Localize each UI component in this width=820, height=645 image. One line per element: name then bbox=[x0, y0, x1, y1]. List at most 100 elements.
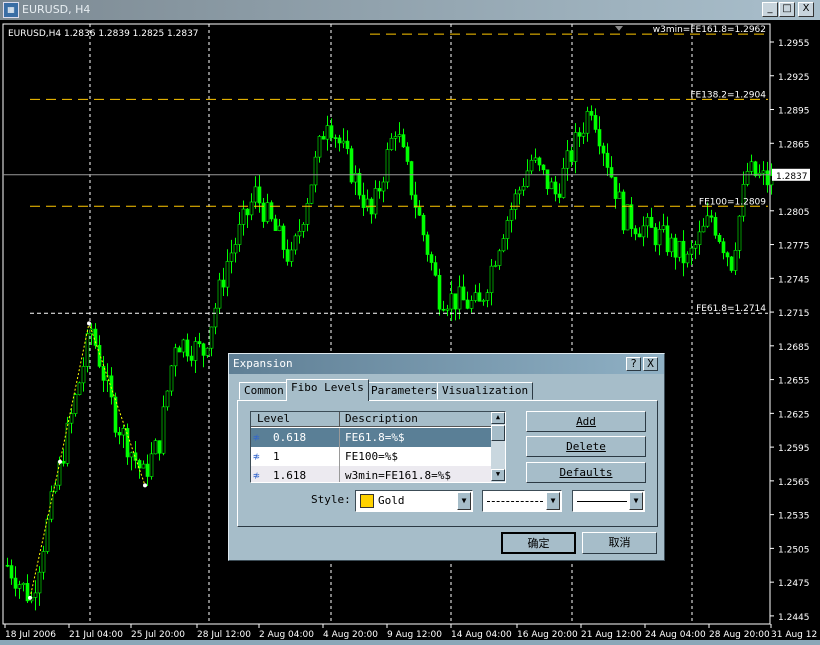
candle bbox=[641, 225, 646, 238]
price-tick-label: 1.2565 bbox=[778, 478, 810, 488]
level-line-icon: ≉ bbox=[253, 431, 260, 444]
table-scrollbar[interactable]: ▲ ▼ bbox=[491, 412, 505, 482]
zigzag-point[interactable] bbox=[87, 321, 91, 326]
shift-marker-icon[interactable] bbox=[615, 26, 623, 31]
tab-fibo-levels[interactable]: Fibo Levels bbox=[286, 379, 369, 401]
candle bbox=[629, 204, 634, 229]
candle bbox=[509, 209, 514, 221]
column-description[interactable]: Description bbox=[339, 412, 418, 426]
chevron-down-icon[interactable]: ▼ bbox=[629, 492, 643, 510]
candle bbox=[5, 564, 10, 567]
maximize-button[interactable]: □ bbox=[779, 2, 795, 17]
time-tick-label: 16 Aug 20:00 bbox=[517, 630, 578, 640]
table-row[interactable]: ≉ 1 FE100=%$ bbox=[251, 447, 492, 466]
line-style-select[interactable]: ▼ bbox=[482, 490, 562, 512]
cancel-button[interactable]: 取消 bbox=[582, 532, 657, 554]
candle bbox=[497, 250, 502, 266]
candle bbox=[553, 181, 558, 195]
line-width-select[interactable]: ▼ bbox=[572, 490, 645, 512]
candle bbox=[617, 191, 622, 199]
chevron-down-icon[interactable]: ▼ bbox=[546, 492, 560, 510]
candle bbox=[437, 275, 442, 310]
zigzag-point[interactable] bbox=[28, 595, 32, 600]
candle bbox=[205, 347, 210, 356]
candle bbox=[281, 225, 286, 250]
candle bbox=[737, 215, 742, 251]
tab-common[interactable]: Common bbox=[239, 382, 289, 400]
price-tick-label: 1.2445 bbox=[778, 613, 810, 623]
candle bbox=[129, 452, 134, 458]
dialog-close-button[interactable]: X bbox=[643, 357, 658, 371]
candle bbox=[197, 341, 202, 345]
price-tick-label: 1.2805 bbox=[778, 208, 810, 218]
candle bbox=[709, 215, 714, 218]
candle bbox=[317, 136, 322, 158]
candle bbox=[469, 300, 474, 309]
help-button[interactable]: ? bbox=[626, 357, 641, 371]
candle bbox=[157, 440, 162, 454]
zigzag-point[interactable] bbox=[143, 483, 147, 488]
candle bbox=[549, 181, 554, 190]
candle bbox=[169, 365, 174, 392]
zigzag-point[interactable] bbox=[58, 459, 62, 464]
add-button[interactable]: Add bbox=[526, 411, 646, 432]
defaults-button[interactable]: Defaults bbox=[526, 462, 646, 483]
candle bbox=[117, 432, 122, 436]
candle bbox=[729, 256, 734, 271]
column-level[interactable]: Level bbox=[257, 412, 290, 426]
candle bbox=[445, 308, 450, 311]
price-tick-label: 1.2535 bbox=[778, 512, 810, 522]
candle bbox=[221, 279, 226, 288]
table-row[interactable]: ≉ 0.618 FE61.8=%$ bbox=[251, 428, 492, 447]
scroll-down-icon[interactable]: ▼ bbox=[491, 469, 505, 481]
candle bbox=[581, 132, 586, 137]
color-swatch bbox=[360, 494, 374, 508]
time-tick-label: 4 Aug 20:00 bbox=[323, 630, 378, 640]
candle bbox=[321, 136, 326, 140]
candle bbox=[329, 125, 334, 138]
candle bbox=[585, 111, 590, 134]
table-row[interactable]: ≉ 1.618 w3min=FE161.8=%$ bbox=[251, 466, 492, 482]
candle bbox=[273, 218, 278, 231]
tab-visualization[interactable]: Visualization bbox=[437, 382, 534, 400]
candle bbox=[265, 202, 270, 222]
time-tick-label: 2 Aug 04:00 bbox=[259, 630, 314, 640]
candle bbox=[421, 214, 426, 236]
candle bbox=[257, 186, 262, 204]
candle bbox=[17, 584, 22, 589]
scroll-up-icon[interactable]: ▲ bbox=[491, 412, 505, 424]
scroll-thumb[interactable] bbox=[491, 425, 505, 441]
candle bbox=[561, 167, 566, 198]
candle bbox=[657, 229, 662, 246]
candle bbox=[301, 224, 306, 232]
candle bbox=[697, 231, 702, 246]
candle bbox=[673, 237, 678, 258]
ok-button[interactable]: 确定 bbox=[501, 532, 576, 554]
chevron-down-icon[interactable]: ▼ bbox=[457, 492, 471, 510]
symbol-info: EURUSD,H4 1.2836 1.2839 1.2825 1.2837 bbox=[8, 29, 199, 39]
minimize-button[interactable]: _ bbox=[762, 2, 778, 17]
color-select[interactable]: Gold ▼ bbox=[355, 490, 473, 512]
color-value: Gold bbox=[378, 494, 405, 507]
candle bbox=[461, 286, 466, 301]
close-button[interactable]: X bbox=[798, 2, 814, 17]
tab-parameters[interactable]: Parameters bbox=[366, 382, 443, 400]
candle bbox=[721, 241, 726, 254]
candle bbox=[601, 145, 606, 154]
candle bbox=[289, 249, 294, 262]
candle bbox=[701, 225, 706, 233]
delete-button[interactable]: Delete bbox=[526, 436, 646, 457]
candle bbox=[37, 571, 42, 594]
candle bbox=[545, 169, 550, 190]
candle bbox=[253, 186, 258, 203]
candle bbox=[745, 171, 750, 185]
candle bbox=[21, 583, 26, 585]
fibo-level-label: FE100=1.2809 bbox=[699, 197, 766, 207]
price-tick-label: 1.2745 bbox=[778, 275, 810, 285]
candle bbox=[325, 125, 330, 140]
candle bbox=[605, 152, 610, 168]
candle bbox=[61, 461, 66, 464]
window-title: EURUSD, H4 bbox=[22, 3, 91, 16]
candle bbox=[165, 390, 170, 408]
fibo-level-label: w3min=FE161.8=1.2962 bbox=[653, 25, 766, 35]
